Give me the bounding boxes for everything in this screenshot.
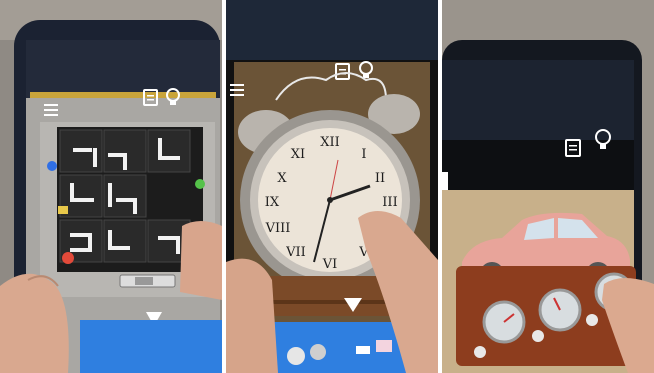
svg-text:XII: XII (320, 135, 340, 150)
svg-text:X: X (277, 171, 287, 186)
tile-puzzle-scene (0, 0, 222, 373)
alarm-clock-scene: XII I II III IV V VI VII VIII IX X XI (226, 0, 438, 373)
svg-text:IX: IX (265, 195, 280, 210)
svg-text:I: I (361, 147, 366, 162)
menu-icon[interactable] (230, 84, 244, 96)
panel-alarm-clock: XII I II III IV V VI VII VIII IX X XI (226, 0, 438, 373)
led-red (62, 252, 74, 264)
svg-text:II: II (375, 171, 385, 186)
svg-text:VII: VII (285, 245, 306, 260)
svg-text:VI: VI (322, 257, 338, 272)
tile-board (57, 127, 203, 272)
panel-toy-car (442, 0, 654, 373)
svg-text:VIII: VIII (265, 221, 291, 236)
svg-text:III: III (382, 195, 397, 210)
bottom-bar (80, 320, 222, 373)
photo-collage: XII I II III IV V VI VII VIII IX X XI (0, 0, 654, 373)
right-finger (180, 221, 222, 300)
led-blue (47, 161, 57, 171)
led-yellow (58, 206, 68, 214)
toy-car-scene (442, 0, 654, 373)
sky-screen (442, 60, 634, 140)
led-green (195, 179, 205, 189)
menu-icon[interactable] (44, 104, 58, 116)
svg-text:XI: XI (291, 147, 305, 162)
panel-tile-puzzle (0, 0, 222, 373)
